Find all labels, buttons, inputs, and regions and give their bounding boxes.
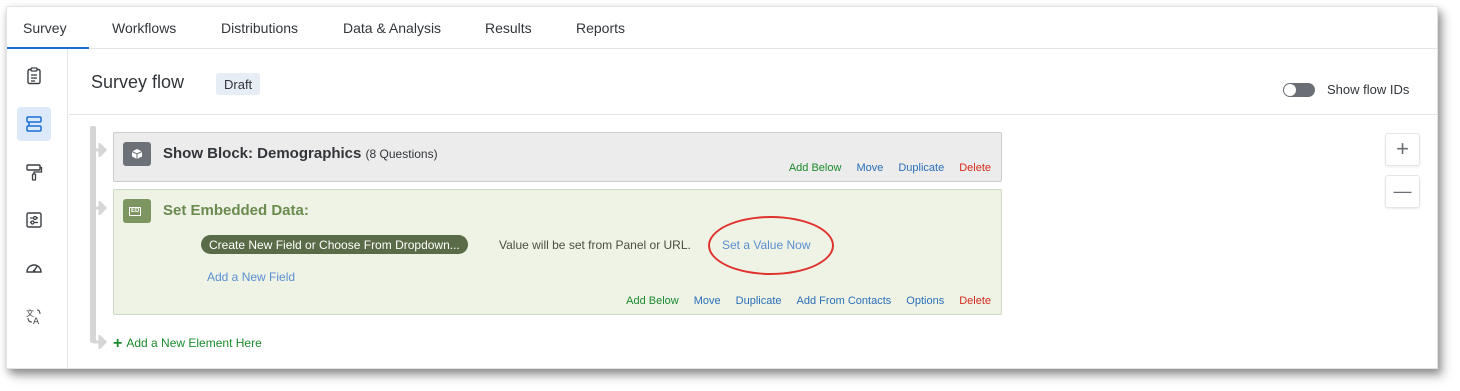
duplicate-link[interactable]: Duplicate bbox=[898, 162, 944, 174]
ed-icon-label: ED bbox=[129, 207, 142, 216]
toggle-knob bbox=[1284, 84, 1296, 96]
embedded-data-block[interactable]: ED Set Embedded Data: Create New Field o… bbox=[113, 189, 1002, 315]
duplicate-link[interactable]: Duplicate bbox=[736, 295, 782, 307]
add-new-element-label: Add a New Element Here bbox=[126, 336, 262, 350]
delete-link[interactable]: Delete bbox=[959, 162, 991, 174]
page-title: Survey flow bbox=[91, 72, 185, 92]
tab-workflows[interactable]: Workflows bbox=[112, 20, 176, 36]
tab-survey[interactable]: Survey bbox=[7, 20, 88, 49]
translate-icon[interactable]: 文A bbox=[17, 299, 51, 333]
look-and-feel-icon[interactable] bbox=[17, 155, 51, 189]
page-header: Survey flow Draft Show flow IDs bbox=[69, 49, 1437, 115]
left-rail: 文A bbox=[7, 49, 68, 368]
show-block-name: Show Block: Demographics bbox=[163, 145, 362, 162]
show-flow-ids-toggle[interactable] bbox=[1283, 83, 1315, 97]
embedded-block-title: Set Embedded Data: bbox=[163, 202, 309, 219]
show-block-title: Show Block: Demographics (8 Questions) bbox=[163, 145, 438, 162]
survey-clipboard-icon[interactable] bbox=[17, 59, 51, 93]
tab-reports[interactable]: Reports bbox=[576, 20, 625, 36]
zoom-out-button[interactable]: — bbox=[1385, 175, 1420, 208]
question-count: (8 Questions) bbox=[365, 147, 438, 161]
show-block-demographics[interactable]: Show Block: Demographics (8 Questions) A… bbox=[113, 132, 1002, 182]
flow-connector-line bbox=[90, 126, 96, 343]
move-link[interactable]: Move bbox=[856, 162, 883, 174]
embedded-block-actions: Add Below Move Duplicate Add From Contacts O… bbox=[611, 295, 991, 307]
flow-arrow-icon bbox=[93, 335, 107, 349]
options-link[interactable]: Options bbox=[906, 295, 944, 307]
tab-data-analysis[interactable]: Data & Analysis bbox=[343, 20, 441, 36]
tab-results[interactable]: Results bbox=[485, 20, 532, 36]
annotation-circle bbox=[708, 216, 834, 275]
svg-text:A: A bbox=[33, 317, 40, 325]
zoom-in-button[interactable]: + bbox=[1385, 133, 1420, 166]
embedded-data-icon: ED bbox=[123, 199, 151, 223]
survey-flow-icon[interactable] bbox=[17, 107, 51, 141]
status-badge: Draft bbox=[216, 73, 261, 95]
toggle-label: Show flow IDs bbox=[1327, 82, 1410, 97]
tab-distributions[interactable]: Distributions bbox=[221, 20, 298, 36]
add-from-contacts-link[interactable]: Add From Contacts bbox=[797, 295, 892, 307]
flow-arrow-icon bbox=[93, 201, 107, 215]
move-link[interactable]: Move bbox=[694, 295, 721, 307]
survey-options-icon[interactable] bbox=[17, 203, 51, 237]
top-nav: Survey Workflows Distributions Data & An… bbox=[7, 7, 1437, 49]
block-cube-icon bbox=[123, 142, 151, 166]
add-below-link[interactable]: Add Below bbox=[626, 295, 679, 307]
value-source-text: Value will be set from Panel or URL. bbox=[499, 238, 691, 252]
app-window: Survey Workflows Distributions Data & An… bbox=[6, 6, 1438, 369]
plus-icon: + bbox=[113, 335, 123, 352]
flow-arrow-icon bbox=[93, 143, 107, 157]
show-block-actions: Add Below Move Duplicate Delete bbox=[774, 162, 991, 174]
survey-checker-icon[interactable] bbox=[17, 251, 51, 285]
delete-link[interactable]: Delete bbox=[959, 295, 991, 307]
add-new-field-link[interactable]: Add a New Field bbox=[207, 270, 295, 284]
add-below-link[interactable]: Add Below bbox=[789, 162, 842, 174]
add-new-element-button[interactable]: + Add a New Element Here bbox=[113, 334, 262, 352]
embedded-field-dropdown[interactable]: Create New Field or Choose From Dropdown… bbox=[201, 235, 468, 254]
